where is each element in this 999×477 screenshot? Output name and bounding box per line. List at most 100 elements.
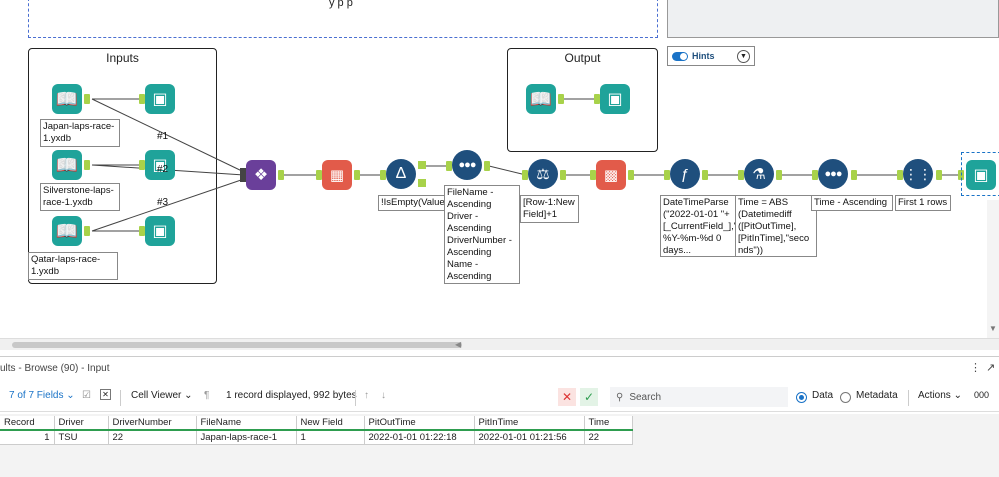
- metadata-radio[interactable]: [840, 392, 851, 403]
- grid-header-row: Record Driver DriverNumber FileName New …: [0, 416, 633, 431]
- input-data-tool-2[interactable]: 📖: [52, 150, 82, 180]
- output-anchor[interactable]: [278, 170, 284, 180]
- sort-tool-2[interactable]: ●●●: [818, 159, 848, 189]
- column-header[interactable]: Driver: [54, 416, 109, 431]
- table-cell[interactable]: Japan-laps-race-1: [196, 430, 297, 445]
- output-anchor[interactable]: [84, 94, 90, 104]
- column-header[interactable]: FileName: [196, 416, 297, 431]
- output-anchor[interactable]: [851, 170, 857, 180]
- actions-dropdown[interactable]: Actions ⌄: [918, 390, 962, 401]
- sort-annotation-2: Time - Ascending: [811, 195, 893, 211]
- toolbar-divider: [120, 390, 121, 406]
- more-options-icon[interactable]: ⋮: [970, 361, 981, 374]
- data-radio[interactable]: [796, 392, 807, 403]
- search-box[interactable]: ⚲ Search: [610, 387, 788, 407]
- more-label[interactable]: 000: [974, 390, 989, 400]
- column-header[interactable]: DriverNumber: [108, 416, 197, 431]
- output-anchor[interactable]: [702, 170, 708, 180]
- cancel-icon[interactable]: ✕: [558, 388, 576, 406]
- false-anchor[interactable]: [418, 179, 426, 187]
- table-cell[interactable]: TSU: [54, 430, 109, 445]
- search-icon: ⚲: [616, 391, 624, 403]
- connection-label-3: #3: [157, 197, 169, 208]
- output-anchor[interactable]: [776, 170, 782, 180]
- binoculars-icon: ▣: [973, 167, 989, 184]
- binoculars-icon: ▣: [152, 223, 168, 240]
- workflow-canvas[interactable]: y p p Hints ▼ Inputs Output 📖 📖 📖 Japan-…: [0, 0, 999, 352]
- output-anchor[interactable]: [84, 226, 90, 236]
- transpose-tool[interactable]: ▦: [322, 160, 352, 190]
- cell-viewer-dropdown[interactable]: Cell Viewer ⌄: [131, 390, 193, 401]
- input-data-tool-3[interactable]: 📖: [52, 216, 82, 246]
- formula-tool[interactable]: ⚗: [744, 159, 774, 189]
- pin-icon[interactable]: ↗: [986, 361, 995, 374]
- results-title: ults - Browse (90) - Input: [0, 363, 110, 374]
- output-anchor[interactable]: [628, 170, 634, 180]
- table-cell[interactable]: 22: [108, 430, 197, 445]
- union-tool[interactable]: ❖: [246, 160, 276, 190]
- flask-icon: ⚖: [536, 166, 550, 183]
- arrow-up-icon[interactable]: ↑: [364, 390, 369, 401]
- browse-tool-1[interactable]: ▣: [145, 84, 175, 114]
- browse-tool-3[interactable]: ▣: [145, 216, 175, 246]
- binoculars-icon: ▣: [607, 91, 623, 108]
- results-toolbar: 7 of 7 Fields ⌄ ☑ ✕ Cell Viewer ⌄ ¶ 1 re…: [0, 384, 999, 412]
- sort-annotation-1: FileName - Ascending Driver - Ascending …: [444, 185, 520, 284]
- flask-icon: ⚗: [752, 166, 766, 183]
- sample-annotation: First 1 rows: [895, 195, 951, 211]
- scrollbar-thumb[interactable]: [12, 342, 462, 348]
- vertical-scrollbar[interactable]: ▼: [987, 200, 999, 338]
- arrow-down-icon[interactable]: ↓: [381, 390, 386, 401]
- scroll-down-arrow-icon[interactable]: ▼: [989, 324, 997, 333]
- data-label: Data: [812, 390, 834, 401]
- clear-icon[interactable]: ✕: [100, 389, 111, 400]
- sort-dots-icon: ●●●: [458, 159, 477, 171]
- output-anchor[interactable]: [354, 170, 360, 180]
- table-cell[interactable]: 1: [0, 430, 55, 445]
- confirm-icon[interactable]: ✓: [580, 388, 598, 406]
- output-anchor[interactable]: [558, 94, 564, 104]
- transpose-icon: ▦: [329, 167, 345, 184]
- book-icon: 📖: [55, 221, 79, 241]
- output-anchor[interactable]: [936, 170, 942, 180]
- scroll-left-arrow-icon[interactable]: ◀: [455, 340, 461, 349]
- input-annotation-2: Silverstone-laps-race-1.yxdb: [40, 183, 120, 211]
- table-cell[interactable]: 22: [584, 430, 633, 445]
- column-header[interactable]: PitInTime: [474, 416, 585, 431]
- filter-tool[interactable]: Δ: [386, 159, 416, 189]
- fields-selector[interactable]: 7 of 7 Fields ⌄: [9, 390, 75, 401]
- sample-tool[interactable]: ⋮⋮: [903, 159, 933, 189]
- crosstab-tool[interactable]: ▩: [596, 160, 626, 190]
- column-header[interactable]: Record: [0, 416, 55, 431]
- checklist-icon[interactable]: ☑: [82, 390, 91, 401]
- sort-dots-icon: ●●●: [824, 168, 843, 180]
- table-cell[interactable]: 2022-01-01 01:21:56: [474, 430, 585, 445]
- book-icon: 📖: [529, 89, 553, 109]
- paragraph-icon[interactable]: ¶: [204, 390, 209, 401]
- actions-label: Actions: [918, 390, 951, 401]
- binoculars-icon: ▣: [152, 91, 168, 108]
- output-data-tool[interactable]: 📖: [526, 84, 556, 114]
- input-data-tool-1[interactable]: 📖: [52, 84, 82, 114]
- results-grid[interactable]: Record Driver DriverNumber FileName New …: [0, 416, 633, 445]
- search-placeholder: Search: [629, 391, 662, 403]
- dna-icon: ❖: [253, 167, 269, 184]
- column-header[interactable]: New Field: [296, 416, 365, 431]
- horizontal-scrollbar[interactable]: ◀: [0, 338, 999, 350]
- multifield-formula-tool[interactable]: ƒ: [670, 159, 700, 189]
- output-anchor[interactable]: [560, 170, 566, 180]
- datetime-annotation: DateTimeParse ("2022-01-01 "+ [_CurrentF…: [660, 195, 737, 257]
- output-anchor[interactable]: [484, 161, 490, 171]
- multirow-formula-tool[interactable]: ⚖: [528, 159, 558, 189]
- sort-tool-1[interactable]: ●●●: [452, 150, 482, 180]
- book-icon: 📖: [55, 155, 79, 175]
- column-header[interactable]: Time: [584, 416, 633, 431]
- true-anchor[interactable]: [418, 161, 426, 169]
- browse-tool-final[interactable]: ▣: [966, 160, 996, 190]
- output-anchor[interactable]: [84, 160, 90, 170]
- table-cell[interactable]: 1: [296, 430, 365, 445]
- column-header[interactable]: PitOutTime: [364, 416, 475, 431]
- table-row[interactable]: 1 TSU 22 Japan-laps-race-1 1 2022-01-01 …: [0, 430, 633, 445]
- table-cell[interactable]: 2022-01-01 01:22:18: [364, 430, 475, 445]
- browse-tool-output[interactable]: ▣: [600, 84, 630, 114]
